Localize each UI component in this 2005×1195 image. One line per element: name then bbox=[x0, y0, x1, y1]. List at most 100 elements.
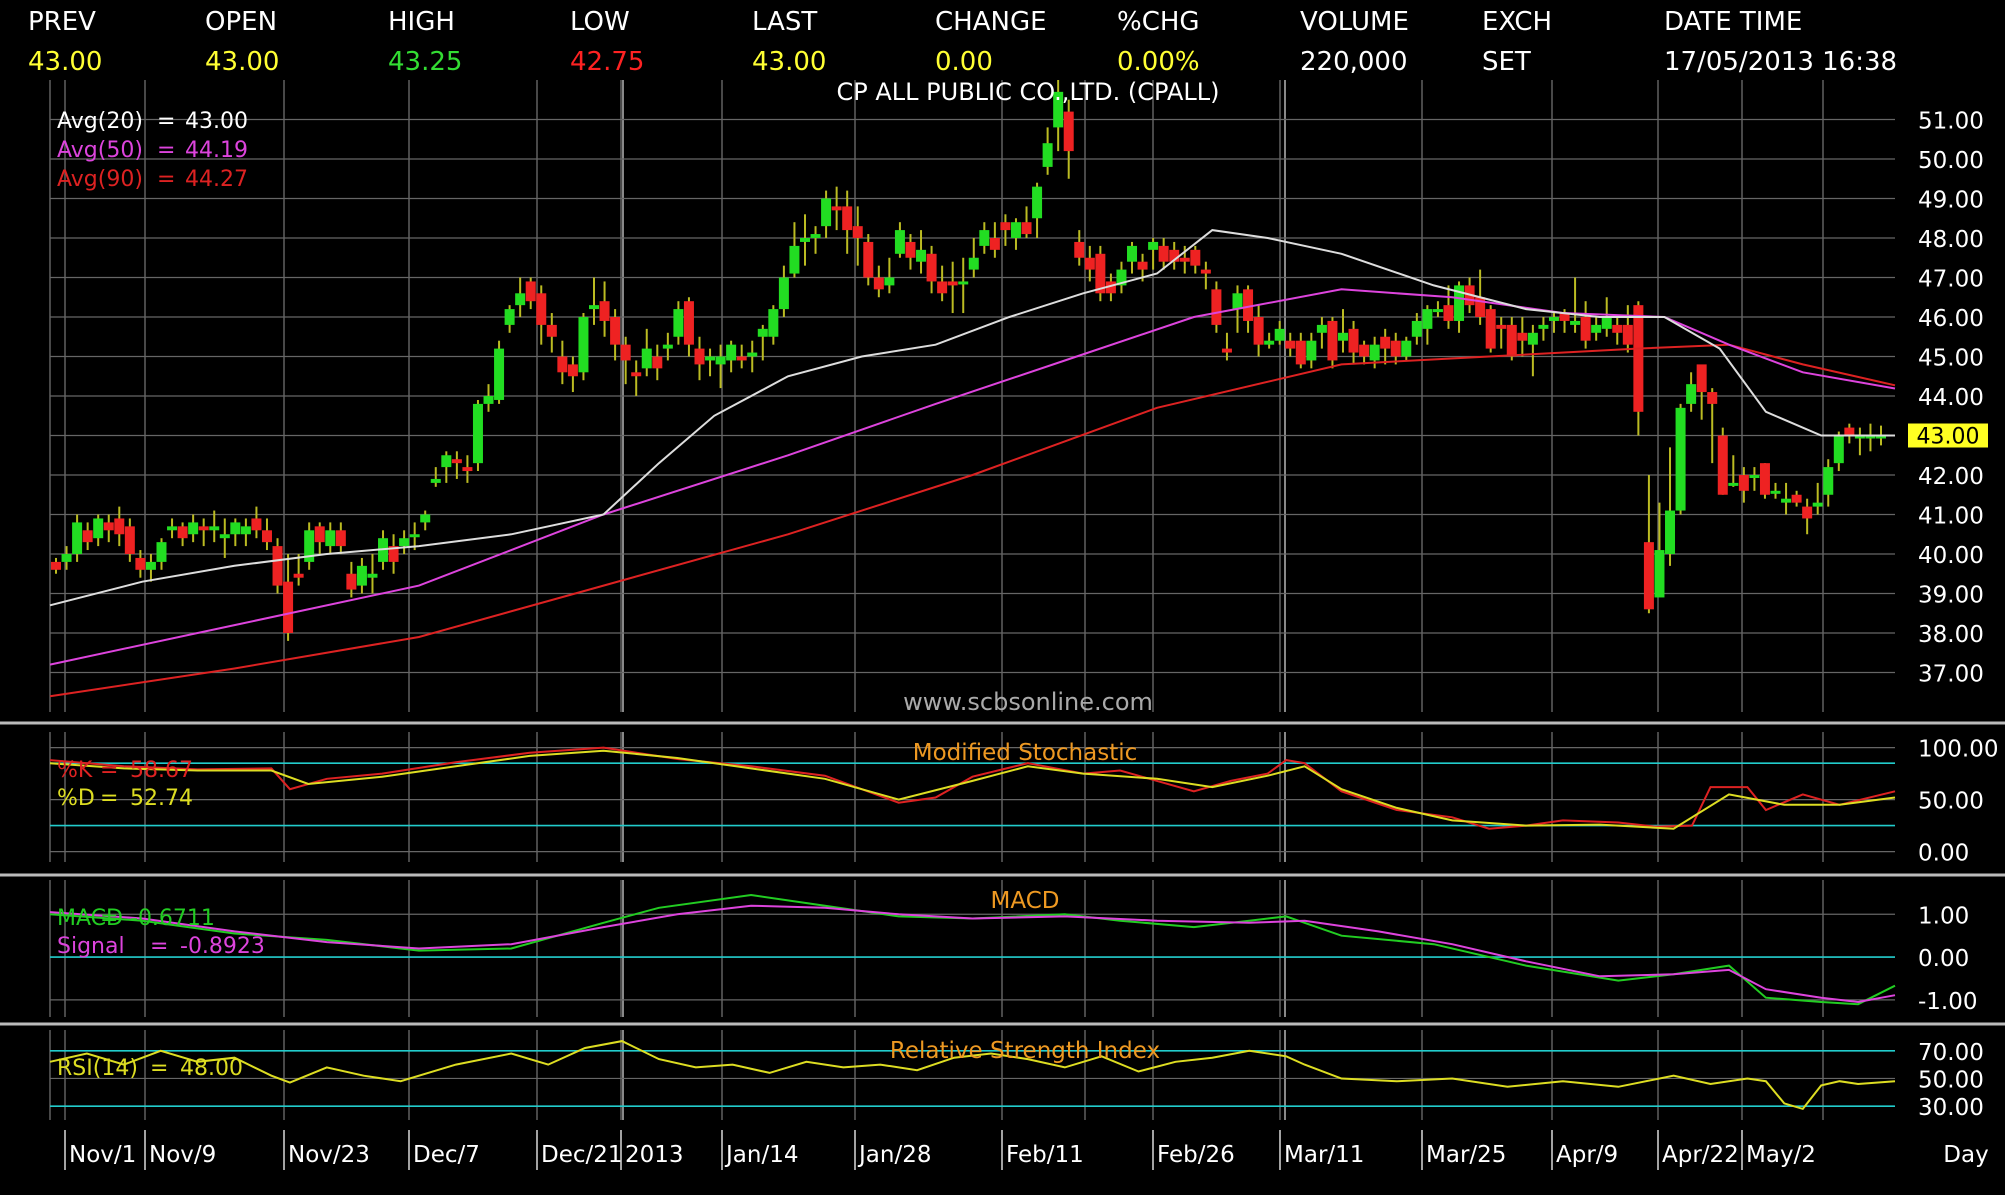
x-axis-label: Jan/14 bbox=[724, 1142, 798, 1168]
indicator-title: Modified Stochastic bbox=[913, 740, 1138, 766]
candle-body bbox=[863, 241, 874, 278]
quote-value-last: 43.00 bbox=[752, 47, 826, 77]
candle-body bbox=[1158, 245, 1169, 262]
ma20-line bbox=[49, 229, 1895, 607]
price-tick-label: 41.00 bbox=[1918, 504, 1984, 530]
candle-body bbox=[989, 238, 1000, 250]
ma-legend-equals: = bbox=[157, 138, 175, 163]
candle-body bbox=[451, 459, 462, 464]
x-axis-label: 2013 bbox=[625, 1142, 684, 1168]
candle-body bbox=[842, 206, 853, 231]
candle-body bbox=[399, 538, 410, 547]
candle-body bbox=[947, 281, 958, 286]
candle-body bbox=[1369, 344, 1380, 361]
indicator-legend-value: 48.00 bbox=[180, 1056, 243, 1081]
candle-body bbox=[1063, 111, 1074, 152]
quote-header-prev: PREV bbox=[28, 7, 96, 37]
candle-body bbox=[884, 277, 895, 286]
candle-body bbox=[1432, 309, 1443, 313]
price-tick-label: 38.00 bbox=[1918, 622, 1984, 648]
ma-legend-label: Avg(50) bbox=[57, 138, 143, 163]
candle-body bbox=[852, 226, 863, 238]
x-axis-label: Mar/25 bbox=[1426, 1142, 1506, 1168]
candle-body bbox=[1221, 348, 1232, 353]
price-tick-label: 51.00 bbox=[1918, 109, 1984, 135]
candle-body bbox=[1337, 332, 1348, 341]
indicator-legend-value: 58.67 bbox=[130, 758, 193, 783]
indicator-legend-label: RSI(14) bbox=[57, 1056, 138, 1081]
candle-body bbox=[589, 305, 600, 310]
x-axis-label: Apr/9 bbox=[1556, 1142, 1618, 1168]
price-tick-label: 37.00 bbox=[1918, 662, 1984, 688]
candle-body bbox=[1243, 289, 1254, 321]
indicator-tick-label: 100.00 bbox=[1918, 737, 1998, 763]
candle-body bbox=[1274, 328, 1285, 341]
candle-body bbox=[578, 317, 589, 373]
indicator-series-line bbox=[49, 904, 1896, 1004]
quote-header-change: CHANGE bbox=[935, 7, 1047, 37]
candle-body bbox=[346, 573, 357, 590]
candle-body bbox=[705, 356, 716, 361]
candle-body bbox=[1211, 289, 1222, 325]
candle-body bbox=[1380, 336, 1391, 349]
price-tick-label: 47.00 bbox=[1918, 267, 1984, 293]
indicator-tick-label: -1.00 bbox=[1918, 989, 1978, 1015]
ma-legend-label: Avg(90) bbox=[57, 167, 143, 192]
candle-body bbox=[472, 403, 483, 464]
candle-body bbox=[72, 522, 83, 554]
candle-body bbox=[1591, 324, 1602, 333]
indicator-legend-equals: = bbox=[100, 786, 118, 811]
candle-body bbox=[1675, 407, 1686, 511]
indicator-legend-value: -0.8923 bbox=[180, 934, 265, 959]
x-axis-label: Nov/23 bbox=[288, 1142, 370, 1168]
candle-body bbox=[1517, 332, 1528, 341]
candle-body bbox=[145, 561, 156, 570]
candle-body bbox=[1200, 269, 1211, 274]
candle-body bbox=[599, 301, 610, 321]
indicator-tick-label: 70.00 bbox=[1918, 1040, 1984, 1066]
chart-canvas: PREV 43.00 OPEN 43.00 HIGH 43.25 LOW 42.75 LAST 4… bbox=[0, 7, 2005, 1170]
ma-legend-label: Avg(20) bbox=[57, 109, 143, 134]
candle-body bbox=[135, 557, 146, 570]
quote-value-volume: 220,000 bbox=[1300, 47, 1408, 77]
candle-body bbox=[1833, 435, 1844, 464]
watermark: www.scbsonline.com bbox=[903, 688, 1153, 716]
candle-body bbox=[620, 344, 631, 361]
candle-body bbox=[272, 546, 283, 586]
candle-body bbox=[1728, 482, 1739, 486]
candle-body bbox=[757, 328, 768, 337]
candle-body bbox=[483, 396, 494, 404]
candle-body bbox=[1633, 305, 1644, 412]
quote-value-prev: 43.00 bbox=[28, 47, 102, 77]
candle-body bbox=[209, 526, 220, 531]
price-tick-label: 49.00 bbox=[1918, 188, 1984, 214]
candle-body bbox=[1580, 317, 1591, 341]
indicator-tick-label: 50.00 bbox=[1918, 789, 1984, 815]
candle-body bbox=[51, 561, 61, 570]
candle-body bbox=[1802, 506, 1813, 519]
candle-body bbox=[1010, 222, 1021, 238]
candle-body bbox=[937, 281, 948, 294]
ma-legend-value: 44.19 bbox=[185, 138, 248, 163]
candle-body bbox=[1759, 463, 1770, 495]
candle-body bbox=[504, 309, 515, 325]
candle-body bbox=[1327, 320, 1338, 361]
candle-body bbox=[694, 348, 705, 365]
candle-body bbox=[873, 277, 884, 290]
candle-body bbox=[1232, 293, 1243, 310]
indicator-tick-label: 0.00 bbox=[1918, 841, 1969, 867]
candle-body bbox=[1654, 550, 1665, 598]
candle-body bbox=[420, 514, 431, 523]
quote-value-change: 0.00 bbox=[935, 47, 993, 77]
candle-body bbox=[124, 526, 135, 554]
price-tick-label: 46.00 bbox=[1918, 306, 1984, 332]
candle-body bbox=[958, 281, 969, 285]
candle-body bbox=[1823, 467, 1834, 495]
candle-body bbox=[1264, 340, 1275, 345]
ma90-line bbox=[49, 343, 1896, 698]
candle-body bbox=[219, 534, 230, 539]
candle-body bbox=[103, 522, 114, 531]
indicator-legend-value: -0.6711 bbox=[130, 906, 215, 931]
quote-header-exch: EXCH bbox=[1482, 7, 1552, 37]
candle-body bbox=[726, 344, 737, 361]
